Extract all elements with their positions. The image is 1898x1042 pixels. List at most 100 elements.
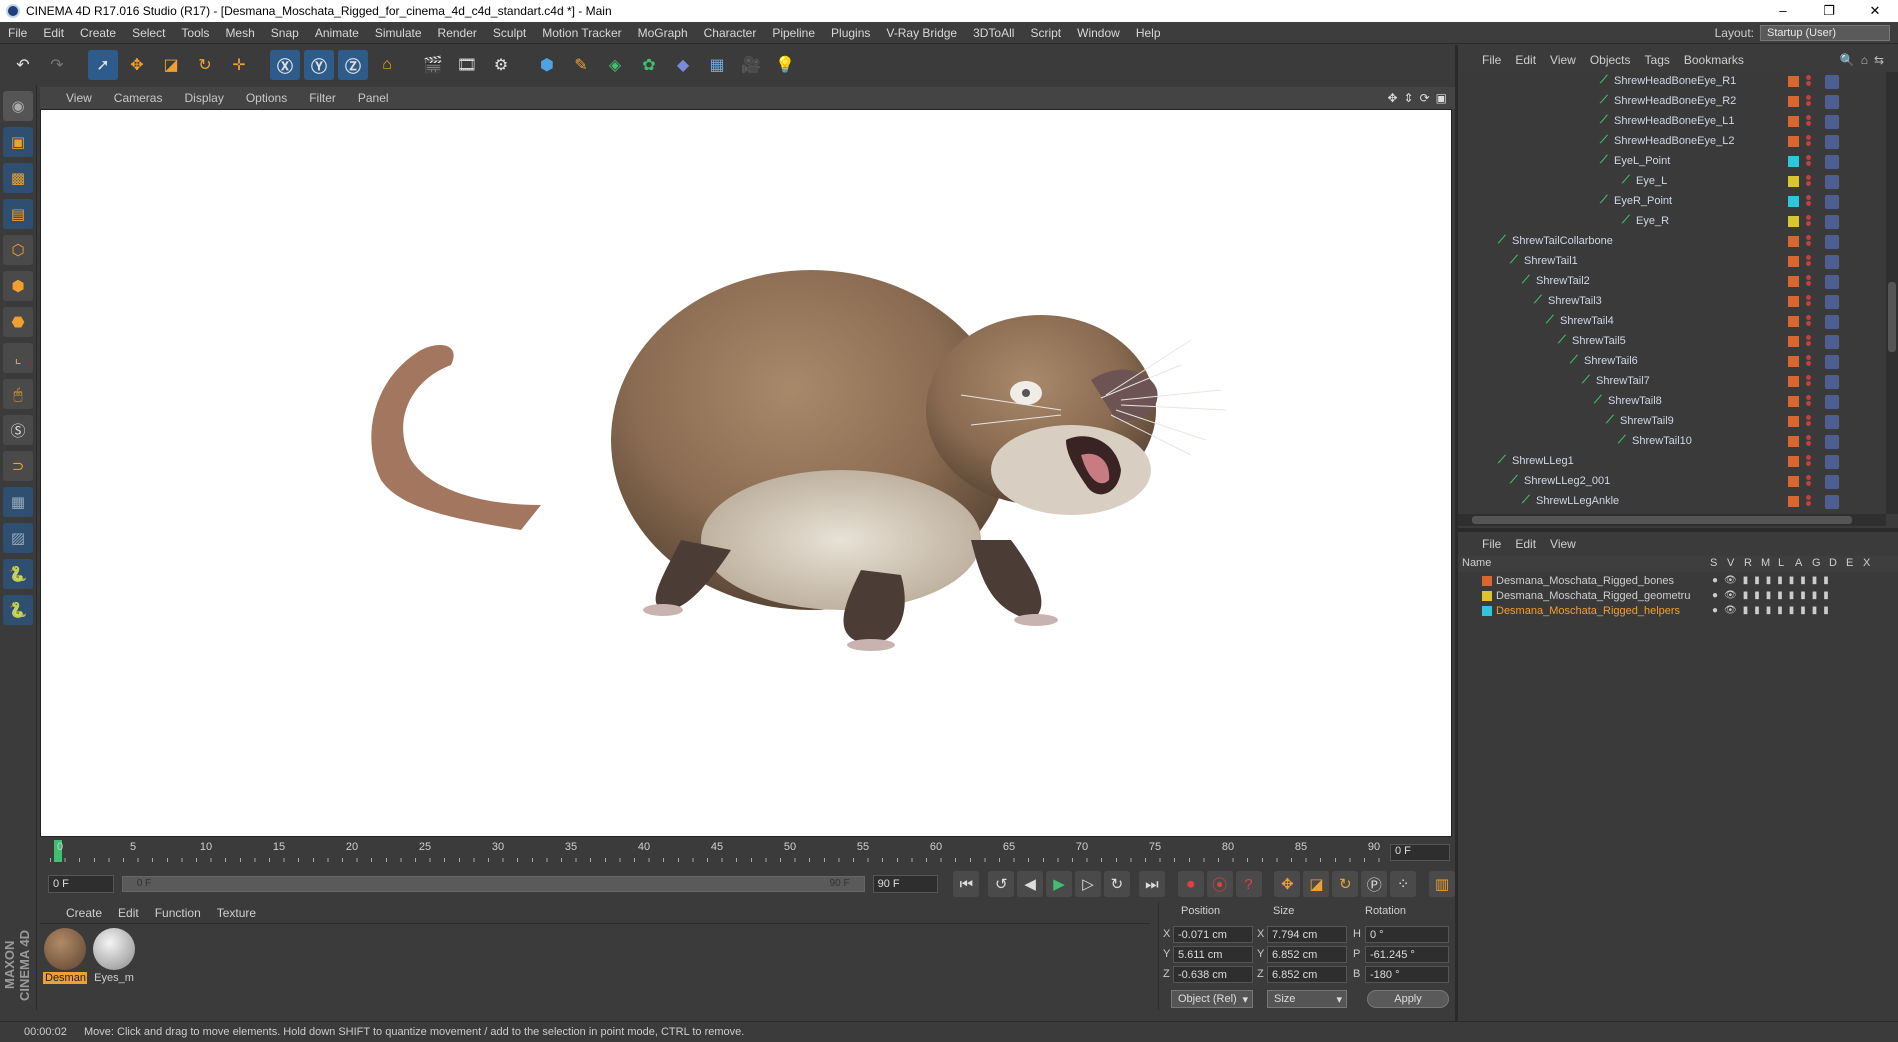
x-axis-icon[interactable]: Ⓧ: [270, 50, 300, 80]
visibility-dots-icon[interactable]: [1806, 154, 1812, 170]
visibility-dots-icon[interactable]: [1806, 74, 1812, 90]
object-tree-row[interactable]: ⟋ ShrewTail10: [1458, 432, 1886, 452]
layer-color-icon[interactable]: [1788, 396, 1799, 407]
render-picture-viewer-icon[interactable]: 🎞: [452, 50, 482, 80]
ik-tag-icon[interactable]: [1825, 335, 1839, 349]
layer-color-icon[interactable]: [1788, 316, 1799, 327]
menu-edit[interactable]: Edit: [35, 26, 72, 40]
menu-help[interactable]: Help: [1128, 26, 1169, 40]
workplane-grid-icon[interactable]: ▦: [3, 487, 33, 517]
render-view-icon[interactable]: 🎬: [418, 50, 448, 80]
viewport-menu-cameras[interactable]: Cameras: [114, 91, 163, 105]
autokeying-icon[interactable]: ⦿: [1206, 871, 1233, 897]
layer-toggle-icons[interactable]: ●👁▮▮▮▮▮▮▮▮: [1712, 590, 1835, 601]
ik-tag-icon[interactable]: [1825, 235, 1839, 249]
ik-tag-icon[interactable]: [1825, 375, 1839, 389]
points-mode-icon[interactable]: ⬡: [3, 235, 33, 265]
key-position-icon[interactable]: ✥: [1274, 871, 1301, 897]
material-menu-edit[interactable]: Edit: [118, 906, 139, 920]
key-rotation-icon[interactable]: ↻: [1332, 871, 1359, 897]
viewport-menu-panel[interactable]: Panel: [358, 91, 389, 105]
cube-icon[interactable]: ⬢: [532, 50, 562, 80]
layer-color-icon[interactable]: [1788, 196, 1799, 207]
visibility-dots-icon[interactable]: [1806, 474, 1812, 490]
viewport-maximize-icon[interactable]: ▣: [1436, 91, 1447, 105]
layer-row[interactable]: Desmana_Moschata_Rigged_geometru ●👁▮▮▮▮▮…: [1458, 589, 1898, 604]
visibility-dots-icon[interactable]: [1806, 274, 1812, 290]
next-key-icon[interactable]: ↻: [1103, 871, 1130, 897]
object-tree-row[interactable]: ⟋ ShrewLLeg1: [1458, 452, 1886, 472]
object-tree-row[interactable]: ⟋ ShrewHeadBoneEye_R2: [1458, 92, 1886, 112]
menu-vray-bridge[interactable]: V-Ray Bridge: [878, 26, 965, 40]
viewport-zoom-icon[interactable]: ⇕: [1404, 91, 1414, 105]
object-menu-file[interactable]: File: [1482, 53, 1501, 67]
polygons-mode-icon[interactable]: ⬣: [3, 307, 33, 337]
object-tree-row[interactable]: ⟋ EyeR_Point: [1458, 192, 1886, 212]
ik-tag-icon[interactable]: [1825, 275, 1839, 289]
object-tree-row[interactable]: ⟋ ShrewTail5: [1458, 332, 1886, 352]
key-scale-icon[interactable]: ◪: [1303, 871, 1330, 897]
layer-color-icon[interactable]: [1788, 356, 1799, 367]
workplane-icon[interactable]: ▤: [3, 199, 33, 229]
timeline-ruler[interactable]: 0 5 10 15 20 25 30 35 40 45 50 55 60 65 …: [40, 840, 1455, 868]
timeline-scale[interactable]: 0 5 10 15 20 25 30 35 40 45 50 55 60 65 …: [50, 840, 1385, 864]
layer-color-swatch[interactable]: [1482, 606, 1492, 616]
menu-script[interactable]: Script: [1022, 26, 1069, 40]
python-script-icon[interactable]: 🐍: [3, 559, 33, 589]
start-frame-field[interactable]: 0 F: [48, 875, 114, 893]
layer-color-icon[interactable]: [1788, 376, 1799, 387]
visibility-dots-icon[interactable]: [1806, 254, 1812, 270]
visibility-dots-icon[interactable]: [1806, 314, 1812, 330]
layer-color-icon[interactable]: [1788, 116, 1799, 127]
ik-tag-icon[interactable]: [1825, 435, 1839, 449]
layer-menu-edit[interactable]: Edit: [1515, 537, 1536, 551]
material-menu-function[interactable]: Function: [155, 906, 201, 920]
object-tree-horizontal-scrollbar[interactable]: [1458, 514, 1886, 526]
previous-frame-icon[interactable]: ◀: [1017, 871, 1044, 897]
visibility-dots-icon[interactable]: [1806, 114, 1812, 130]
key-parameter-icon[interactable]: Ⓟ: [1361, 871, 1388, 897]
layer-color-icon[interactable]: [1788, 496, 1799, 507]
ik-tag-icon[interactable]: [1825, 415, 1839, 429]
menu-character[interactable]: Character: [696, 26, 765, 40]
menu-select[interactable]: Select: [124, 26, 173, 40]
visibility-dots-icon[interactable]: [1806, 394, 1812, 410]
object-tree-row[interactable]: ⟋ ShrewTail2: [1458, 272, 1886, 292]
object-menu-objects[interactable]: Objects: [1590, 53, 1631, 67]
visibility-dots-icon[interactable]: [1806, 174, 1812, 190]
workplane-lock-icon[interactable]: ▨: [3, 523, 33, 553]
material-eyes[interactable]: Eyes_m: [92, 928, 136, 986]
visibility-dots-icon[interactable]: [1806, 194, 1812, 210]
viewport-menu-options[interactable]: Options: [246, 91, 287, 105]
ik-tag-icon[interactable]: [1825, 175, 1839, 189]
menu-create[interactable]: Create: [72, 26, 124, 40]
world-coordinates-icon[interactable]: ⌂: [372, 50, 402, 80]
minimize-button[interactable]: –: [1760, 3, 1806, 19]
visibility-dots-icon[interactable]: [1806, 334, 1812, 350]
layer-color-icon[interactable]: [1788, 136, 1799, 147]
edges-mode-icon[interactable]: ⬢: [3, 271, 33, 301]
visibility-dots-icon[interactable]: [1806, 454, 1812, 470]
undo-icon[interactable]: ↶: [8, 50, 38, 80]
ik-tag-icon[interactable]: [1825, 295, 1839, 309]
axis-mode-icon[interactable]: ⌞: [3, 343, 33, 373]
layer-color-swatch[interactable]: [1482, 591, 1492, 601]
visibility-dots-icon[interactable]: [1806, 494, 1812, 510]
menu-animate[interactable]: Animate: [307, 26, 367, 40]
menu-3dtoall[interactable]: 3DToAll: [965, 26, 1022, 40]
object-tree-row[interactable]: ⟋ ShrewTail6: [1458, 352, 1886, 372]
menu-plugins[interactable]: Plugins: [823, 26, 878, 40]
current-frame-field[interactable]: 0 F: [1390, 844, 1450, 861]
python-console-icon[interactable]: 🐍: [3, 595, 33, 625]
ik-tag-icon[interactable]: [1825, 215, 1839, 229]
layer-row[interactable]: Desmana_Moschata_Rigged_bones ●👁▮▮▮▮▮▮▮▮: [1458, 574, 1898, 589]
object-tree-row[interactable]: ⟋ Eye_L: [1458, 172, 1886, 192]
viewport-menu-view[interactable]: View: [66, 91, 92, 105]
snap-icon[interactable]: ⊃: [3, 451, 33, 481]
z-axis-icon[interactable]: Ⓩ: [338, 50, 368, 80]
layer-color-icon[interactable]: [1788, 176, 1799, 187]
go-to-end-icon[interactable]: ⏭: [1138, 871, 1165, 897]
object-tree-row[interactable]: ⟋ ShrewTail1: [1458, 252, 1886, 272]
layer-color-icon[interactable]: [1788, 256, 1799, 267]
scrollbar-thumb[interactable]: [1472, 516, 1852, 524]
